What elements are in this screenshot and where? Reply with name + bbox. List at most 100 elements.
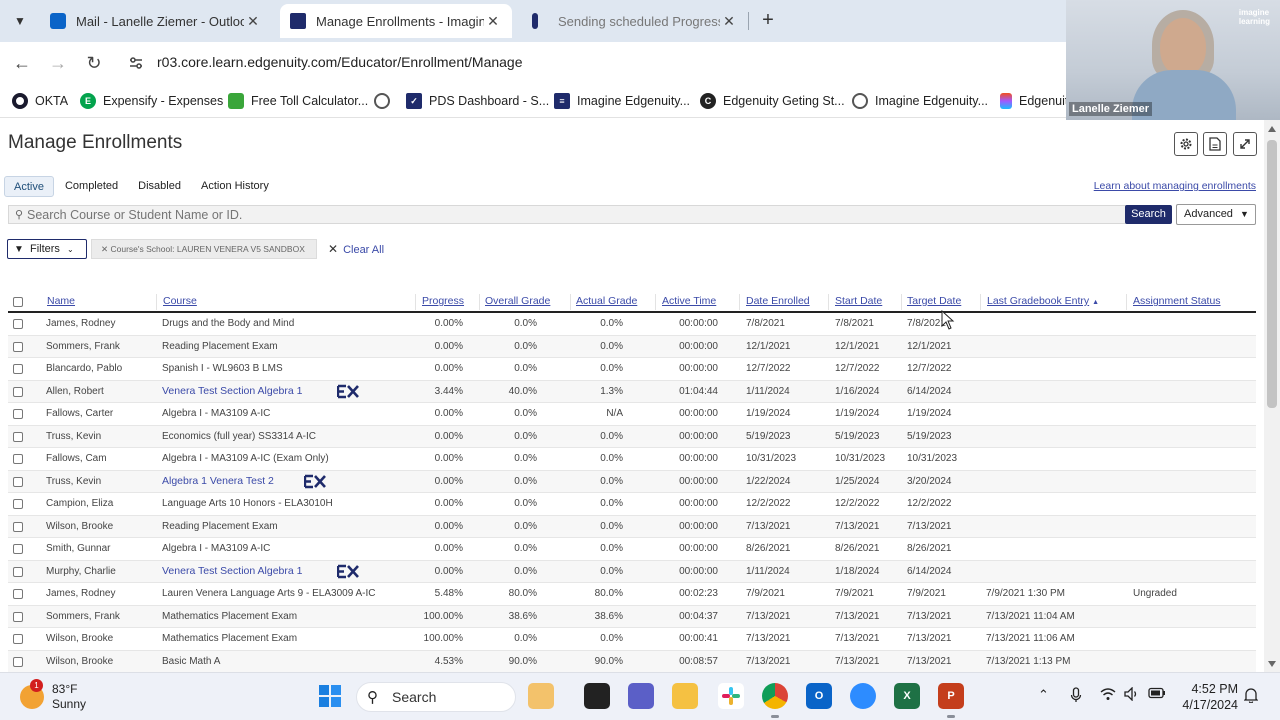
page-scrollbar[interactable] [1264,120,1280,672]
remove-filter-icon[interactable]: ✕ [101,244,108,254]
tab-active[interactable]: Active [4,176,54,197]
chrome-icon[interactable] [762,683,788,709]
taskbar-search[interactable]: ⚲ Search [356,682,516,712]
bookmark-expensify[interactable]: E Expensify - Expenses [80,92,223,110]
table-row[interactable]: Truss, Kevin Economics (full year) SS3314… [8,425,1256,448]
bookmark-edgenuity[interactable]: Edgenuit [1000,92,1068,110]
export-document-button[interactable] [1203,132,1227,156]
teams-icon[interactable] [628,683,654,709]
excel-icon[interactable]: X [894,683,920,709]
table-row[interactable]: Wilson, Brooke Reading Placement Exam 0.00… [8,515,1256,538]
outlook-new-icon[interactable]: O [806,683,832,709]
wifi-icon[interactable] [1100,687,1116,704]
table-row[interactable]: Allen, Robert Venera Test Section Algebra… [8,380,1256,403]
table-row[interactable]: Wilson, Brooke Mathematics Placement Exam… [8,628,1256,651]
row-checkbox[interactable] [13,319,23,329]
tab-close-icon[interactable]: ✕ [484,13,502,30]
tab-action-history[interactable]: Action History [192,176,278,197]
notification-bell-icon[interactable] [1243,687,1259,707]
row-checkbox[interactable] [13,611,23,622]
table-row[interactable]: Sommers, Frank Mathematics Placement Exam… [8,605,1256,628]
col-active-time[interactable]: Active Time [662,295,716,307]
settings-gear-button[interactable] [1174,132,1198,156]
row-checkbox[interactable] [13,566,23,577]
tab-completed[interactable]: Completed [56,176,127,197]
paint-icon[interactable] [528,683,554,709]
table-row[interactable]: James, Rodney Lauren Venera Language Arts… [8,583,1256,606]
zoom-icon[interactable] [850,683,876,709]
reload-button[interactable]: ↻ [81,51,107,75]
weather-widget[interactable]: 1 83°F Sunny [20,679,86,713]
col-course[interactable]: Course [163,295,197,307]
cell-course[interactable]: Venera Test Section Algebra 1 [162,565,303,577]
row-checkbox[interactable] [13,364,23,374]
tab-close-icon[interactable]: ✕ [720,13,738,30]
col-last-gradebook-entry[interactable]: Last Gradebook Entry ▲ [987,295,1099,307]
row-checkbox[interactable] [13,454,23,464]
col-actual-grade[interactable]: Actual Grade [576,295,637,307]
windows-start-icon[interactable] [317,683,343,709]
address-bar[interactable]: r03.core.learn.edgenuity.com/Educator/En… [157,54,523,70]
row-checkbox[interactable] [13,499,23,509]
col-overall-grade[interactable]: Overall Grade [485,295,550,307]
bookmark-imagine-edgenuity[interactable]: ≡ Imagine Edgenuity... [554,92,690,110]
row-checkbox[interactable] [13,341,23,352]
table-row[interactable]: James, Rodney Drugs and the Body and Mind… [8,313,1256,336]
bookmark-toll-calculator[interactable]: Free Toll Calculator... [228,92,368,110]
col-date-enrolled[interactable]: Date Enrolled [746,295,810,307]
site-settings-icon[interactable] [128,55,144,71]
tab-disabled[interactable]: Disabled [129,176,190,197]
table-row[interactable]: Murphy, Charlie Venera Test Section Algeb… [8,560,1256,583]
filters-button[interactable]: ▼ Filters ⌄ [7,239,87,259]
folder-icon[interactable] [672,683,698,709]
bookmark-edgenuity-getting-started[interactable]: C Edgenuity Geting St... [700,92,845,110]
col-start-date[interactable]: Start Date [835,295,882,307]
bookmark-imagine-edgenuity-2[interactable]: Imagine Edgenuity... [852,92,988,110]
col-assignment-status[interactable]: Assignment Status [1133,295,1221,307]
row-checkbox[interactable] [13,589,23,599]
tab-progress-reports[interactable]: Sending scheduled Progress Re ✕ [518,4,748,38]
row-checkbox[interactable] [13,544,23,554]
row-checkbox[interactable] [13,521,23,532]
cell-course[interactable]: Algebra 1 Venera Test 2 [162,475,274,487]
row-checkbox[interactable] [13,656,23,667]
row-checkbox[interactable] [13,409,23,419]
bookmark-globe[interactable] [374,92,397,110]
new-tab-button[interactable]: + [756,9,780,33]
table-row[interactable]: Smith, Gunnar Algebra I - MA3109 A-IC 0.00… [8,538,1256,561]
table-row[interactable]: Wilson, Brooke Basic Math A 4.53% 90.0% 90.0… [8,650,1256,672]
filter-chip[interactable]: ✕ Course's School: LAUREN VENERA V5 SAND… [91,239,317,259]
col-name[interactable]: Name [47,295,75,307]
advanced-button[interactable]: Advanced ▼ [1176,204,1256,225]
row-checkbox[interactable] [13,431,23,442]
chevron-up-icon[interactable]: ⌃ [1038,687,1049,703]
tab-close-icon[interactable]: ✕ [244,13,262,30]
table-row[interactable]: Truss, Kevin Algebra 1 Venera Test 2 0.00%… [8,470,1256,493]
clear-all-button[interactable]: ✕ Clear All [328,242,384,256]
file-explorer-icon[interactable] [584,683,610,709]
row-checkbox[interactable] [13,386,23,397]
table-row[interactable]: Fallows, Carter Algebra I - MA3109 A-IC 0.… [8,403,1256,426]
col-target-date[interactable]: Target Date [907,295,961,307]
powerpoint-icon[interactable]: P [938,683,964,709]
row-checkbox[interactable] [13,476,23,487]
cell-course[interactable]: Venera Test Section Algebra 1 [162,385,303,397]
slack-icon[interactable] [718,683,744,709]
tab-search-dropdown-icon[interactable]: ▼ [8,9,32,33]
volume-icon[interactable] [1124,686,1140,704]
battery-icon[interactable] [1148,687,1166,702]
search-input[interactable] [27,206,1127,223]
forward-button[interactable]: → [45,51,71,75]
scroll-down-icon[interactable] [1268,661,1276,667]
tab-outlook[interactable]: Mail - Lanelle Ziemer - Outlook ✕ [40,4,272,38]
row-checkbox[interactable] [13,634,23,644]
system-clock[interactable]: 4:52 PM 4/17/2024 [1178,681,1238,713]
table-row[interactable]: Campion, Eliza Language Arts 10 Honors - … [8,493,1256,516]
scrollbar-thumb[interactable] [1267,140,1277,408]
table-row[interactable]: Sommers, Frank Reading Placement Exam 0.00… [8,335,1256,358]
table-row[interactable]: Blancardo, Pablo Spanish I - WL9603 B LMS… [8,358,1256,381]
table-row[interactable]: Fallows, Cam Algebra I - MA3109 A-IC (Exa… [8,448,1256,471]
search-button[interactable]: Search [1125,205,1172,224]
select-all-checkbox[interactable] [13,297,23,307]
bookmark-pds-dashboard[interactable]: ✓ PDS Dashboard - S... [406,92,549,110]
